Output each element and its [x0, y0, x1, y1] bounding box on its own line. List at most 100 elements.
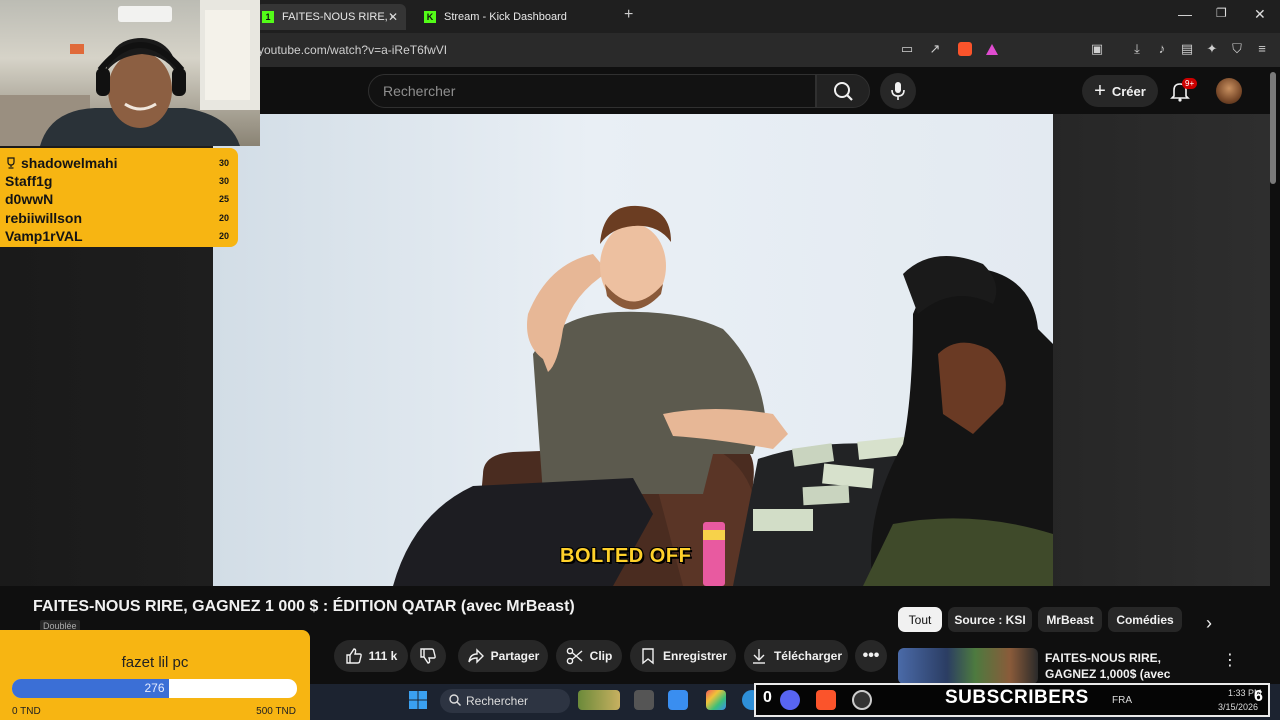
share-button[interactable]: Partager [458, 640, 548, 672]
goal-current: 276 [144, 681, 165, 695]
search-icon [834, 82, 853, 101]
goal-title: fazet lil pc [121, 654, 189, 671]
leaderboard-score: 20 [218, 230, 229, 241]
goal-min: 0 TND [12, 706, 41, 717]
leaderboard-row: Staff1g 30 [5, 172, 233, 190]
tab-kick-dashboard[interactable]: K Stream - Kick Dashboard [418, 4, 608, 30]
download-label: Télécharger [773, 649, 843, 663]
maximize-icon[interactable]: ❐ [1216, 6, 1227, 20]
leaderboard-name: Staff1g [5, 173, 53, 190]
vertical-dots-icon[interactable]: ⋮ [1222, 650, 1238, 670]
leaderboard-name: Vamp1rVAL [5, 227, 83, 244]
scissors-icon [566, 647, 583, 665]
save-button[interactable]: Enregistrer [630, 640, 736, 672]
account-avatar[interactable] [1216, 78, 1242, 104]
share-icon[interactable]: ↗ [928, 42, 942, 56]
thumbs-down-icon [420, 648, 436, 664]
leaderboard-score: 20 [218, 212, 229, 223]
sidebar-icon[interactable]: ▣ [1090, 42, 1104, 56]
tab-title: FAITES-NOUS RIRE, GAGNEZ [282, 11, 392, 23]
page-scrollbar[interactable] [1270, 72, 1276, 184]
notification-badge: 9+ [1182, 78, 1198, 89]
screen-cast-icon[interactable]: ▭ [900, 42, 914, 56]
bookmark-icon [642, 648, 654, 665]
music-icon[interactable]: ♪ [1155, 42, 1169, 56]
leo-ai-icon[interactable]: ✦ [1205, 42, 1219, 56]
trophy-icon [7, 157, 15, 169]
create-button[interactable]: + Créer [1082, 75, 1158, 107]
clip-label: Clip [589, 649, 613, 663]
like-count: 111 k [368, 649, 398, 663]
app-launcher-icon[interactable] [668, 690, 688, 710]
leaderboard-row: Vamp1rVAL 20 [5, 227, 233, 245]
search-button[interactable] [816, 74, 870, 108]
more-actions-button[interactable]: ••• [855, 640, 887, 672]
minimize-icon[interactable]: — [1178, 6, 1192, 22]
new-tab-icon[interactable]: + [624, 6, 633, 24]
chip-mrbeast[interactable]: MrBeast [1038, 607, 1102, 632]
chip-comedies[interactable]: Comédies [1108, 607, 1182, 632]
video-player[interactable] [213, 114, 1053, 586]
clock-date[interactable]: 3/15/2026 [1218, 702, 1258, 712]
obs-icon[interactable] [852, 690, 872, 710]
chip-source-ksi[interactable]: Source : KSI [948, 607, 1032, 632]
close-tab-icon[interactable]: ✕ [388, 10, 398, 24]
chip-all[interactable]: Tout [898, 607, 942, 632]
video-title: FAITES-NOUS RIRE, GAGNEZ 1 000 $ : ÉDITI… [33, 598, 575, 615]
wallet-icon[interactable]: ▤ [1180, 42, 1194, 56]
subscriber-goal-count: 6 [1254, 688, 1263, 705]
kick-favicon-icon: K [424, 11, 436, 23]
more-dots-icon: ••• [862, 647, 880, 664]
leaderboard-score: 30 [218, 158, 229, 169]
leaderboard-name: rebiiwillson [5, 209, 83, 226]
clip-button[interactable]: Clip [556, 640, 622, 672]
leaderboard-row: rebiiwillson 20 [5, 209, 233, 227]
dislike-button[interactable] [410, 640, 446, 672]
video-frame-illustration [393, 205, 1053, 586]
video-caption: BOLTED OFF [560, 545, 692, 567]
tab-title: Stream - Kick Dashboard [444, 11, 567, 23]
voice-search-button[interactable] [880, 73, 916, 109]
search-icon [448, 693, 462, 707]
windows-start-icon[interactable] [408, 690, 428, 710]
discord-icon[interactable] [780, 690, 800, 710]
download-button[interactable]: Télécharger [744, 640, 848, 672]
subscribers-label: SUBSCRIBERS [945, 687, 1089, 708]
share-arrow-icon [467, 648, 484, 664]
donation-goal: fazet lil pc 276 0 TND 500 TND [0, 630, 310, 720]
download-icon[interactable]: ⤓ [1130, 42, 1144, 56]
leaderboard-score: 25 [218, 194, 229, 205]
save-label: Enregistrer [662, 649, 728, 663]
plus-icon: + [1094, 79, 1106, 102]
share-label: Partager [490, 649, 540, 663]
leaderboard-row: shadowelmahi 30 [5, 154, 233, 172]
chevron-right-icon[interactable]: › [1206, 613, 1212, 634]
language-indicator[interactable]: FRA [1112, 695, 1132, 706]
leaderboard-row: d0wwN 25 [5, 190, 233, 208]
related-video-thumbnail[interactable] [898, 648, 1038, 684]
microphone-icon [891, 82, 905, 100]
create-label: Créer [1111, 83, 1146, 99]
tab-youtube-video[interactable]: 1 FAITES-NOUS RIRE, GAGNEZ ✕ [256, 4, 406, 30]
webcam-feed-illustration [0, 0, 260, 146]
widgets-icon[interactable] [578, 690, 620, 710]
close-window-icon[interactable]: ✕ [1254, 6, 1266, 23]
leaderboard-name: d0wwN [5, 191, 54, 208]
brave-shield-icon[interactable] [958, 42, 972, 56]
thumbs-up-icon [345, 648, 362, 664]
leaderboard-score: 30 [218, 176, 229, 187]
tip-leaderboard: shadowelmahi 30 Staff1g 30 d0wwN 25 rebi… [0, 148, 238, 247]
download-arrow-icon [752, 649, 765, 664]
search-input[interactable]: Rechercher [368, 74, 816, 108]
vpn-shield-icon[interactable]: ⛉ [1230, 42, 1244, 56]
subscriber-count: 0 [763, 689, 772, 706]
like-button[interactable]: 111 k [334, 640, 408, 672]
url-text: youtube.com/watch?v=a-iReT6fwVI [258, 43, 448, 57]
copilot-icon[interactable] [706, 690, 726, 710]
brave-rewards-icon[interactable] [986, 44, 998, 55]
kick-favicon-icon: 1 [262, 11, 274, 23]
goal-progress-bar: 276 [12, 679, 297, 698]
menu-icon[interactable]: ≡ [1255, 42, 1269, 56]
task-view-icon[interactable] [634, 690, 654, 710]
brave-browser-icon[interactable] [816, 690, 836, 710]
